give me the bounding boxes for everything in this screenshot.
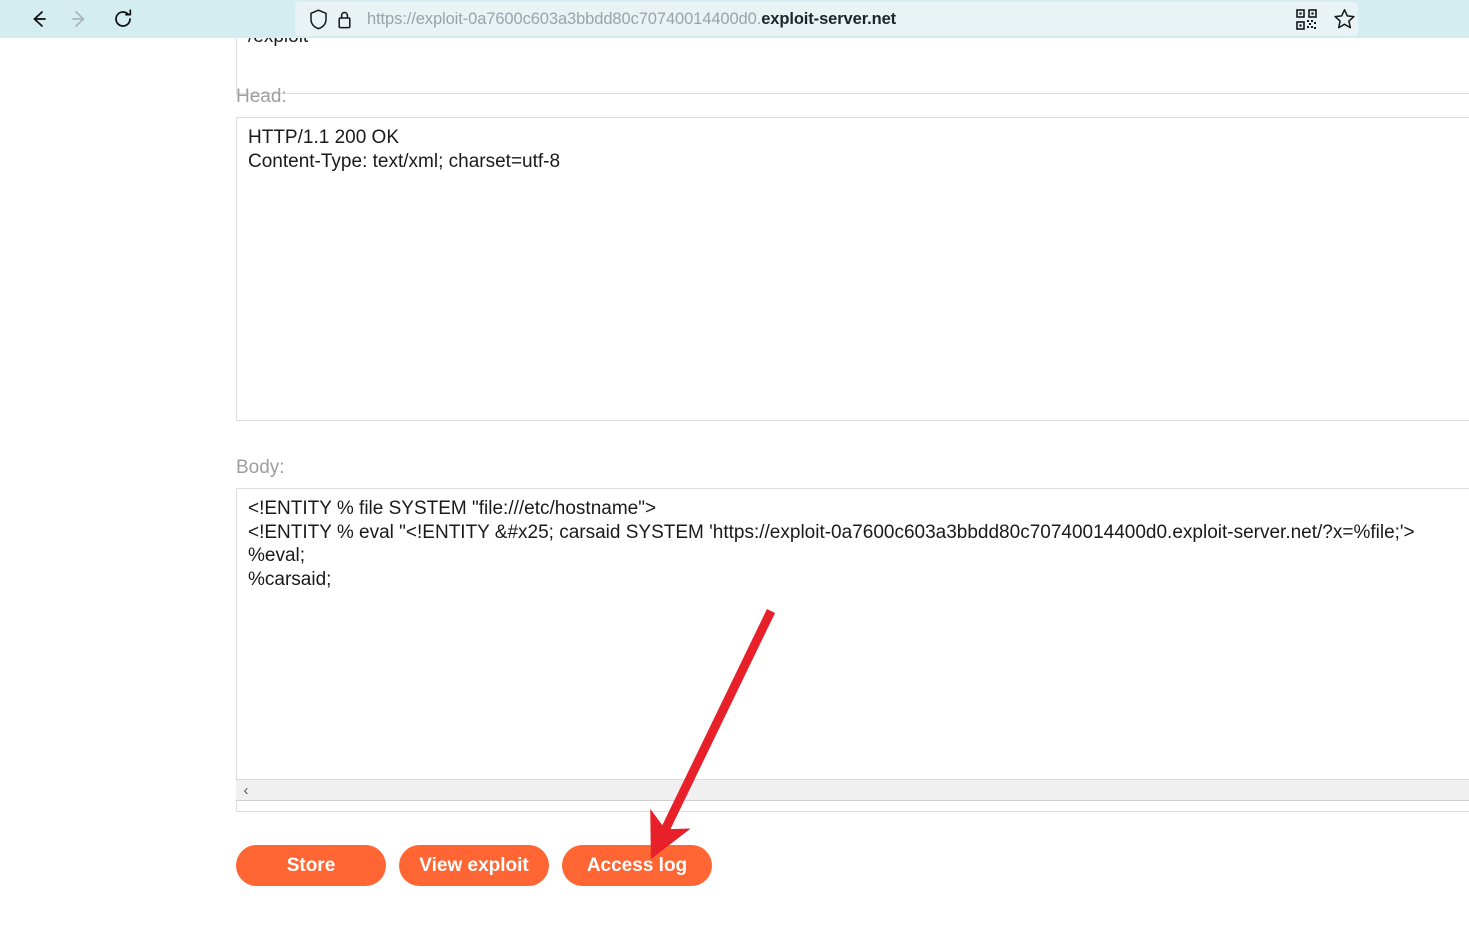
back-button[interactable] [22, 2, 56, 36]
reload-icon [115, 9, 132, 27]
shield-icon[interactable] [305, 6, 331, 32]
arrow-right-icon [72, 11, 85, 27]
exploit-server-form: /exploit Head: HTTP/1.1 200 OK Content-T… [0, 38, 1469, 937]
qr-code-icon[interactable] [1289, 2, 1323, 36]
star-glyph [1333, 9, 1355, 29]
url-prefix: https://exploit-0a7600c603a3bbdd80c70740… [367, 9, 762, 28]
form-button-row: Store View exploit Access log [236, 845, 712, 886]
padlock-glyph [337, 11, 351, 28]
browser-toolbar: https://exploit-0a7600c603a3bbdd80c70740… [0, 0, 1469, 38]
shield-glyph [309, 8, 327, 29]
head-textarea[interactable]: HTTP/1.1 200 OK Content-Type: text/xml; … [236, 117, 1469, 421]
bookmark-star-icon[interactable] [1327, 2, 1361, 36]
toolbar-right-icons [1289, 0, 1469, 38]
lock-icon[interactable] [331, 6, 357, 32]
scroll-left-arrow-icon[interactable]: ‹ [236, 780, 256, 800]
body-label: Body: [236, 457, 285, 478]
body-textarea[interactable]: <!ENTITY % file SYSTEM "file:///etc/host… [236, 488, 1469, 812]
scrollbar-track[interactable] [256, 780, 1469, 800]
access-log-button[interactable]: Access log [562, 845, 712, 886]
address-bar-url: https://exploit-0a7600c603a3bbdd80c70740… [367, 10, 896, 29]
qr-code-glyph [1295, 8, 1317, 30]
body-textarea-horizontal-scrollbar[interactable]: ‹ [236, 779, 1469, 801]
reload-button[interactable] [106, 2, 140, 36]
view-exploit-button[interactable]: View exploit [399, 845, 549, 886]
store-button[interactable]: Store [236, 845, 386, 886]
address-bar[interactable]: https://exploit-0a7600c603a3bbdd80c70740… [295, 2, 1358, 36]
forward-button[interactable] [62, 2, 96, 36]
arrow-left-icon [33, 11, 46, 27]
url-path-input[interactable]: /exploit [236, 38, 1469, 94]
head-label: Head: [236, 86, 287, 107]
url-domain: exploit-server.net [761, 9, 897, 28]
